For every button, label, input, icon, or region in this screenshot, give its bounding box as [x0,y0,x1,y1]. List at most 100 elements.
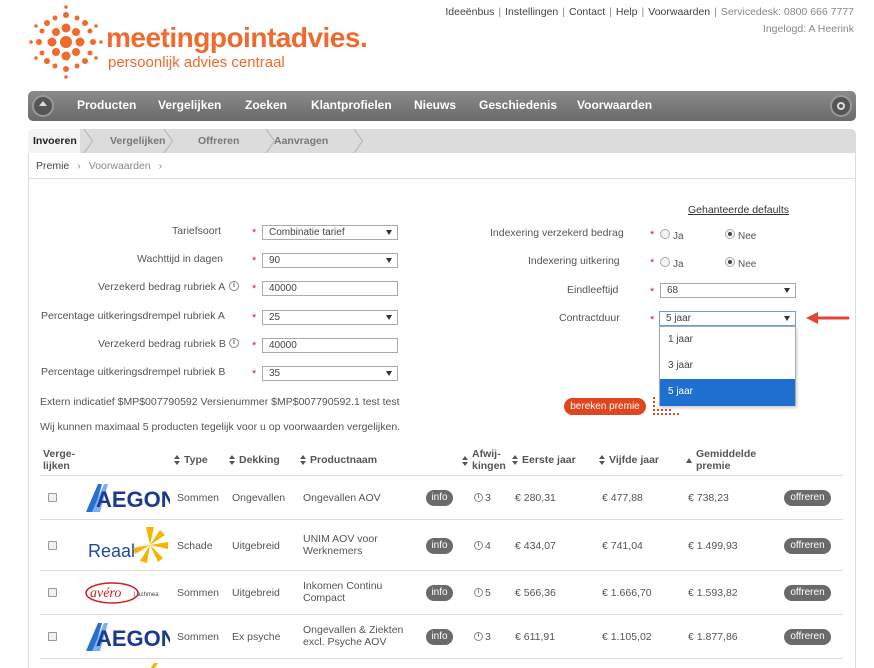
nav-producten[interactable]: Producten [77,98,136,112]
red-arrow-icon [806,312,850,324]
col-productnaam[interactable]: Productnaam [300,454,377,466]
row-gemiddelde: € 1.499,93 [688,540,738,552]
option-1-jaar[interactable]: 1 jaar [660,327,795,353]
step-aanvragen[interactable]: Aanvragen [274,129,328,153]
eindleeftijd-value: 68 [667,285,679,296]
breadcrumb-voorwaarden[interactable]: Voorwaarden [89,160,151,172]
row-productnaam-line1: UNIM AOV voor [303,533,378,545]
offreren-button[interactable]: offreren [784,538,831,554]
loading-spinner-icon [653,397,679,415]
tariefsoort-select[interactable]: Combinatie tarief [262,225,398,240]
row-dekking: Uitgebreid [232,540,280,552]
home-icon[interactable] [32,95,54,117]
aegon-logo: AEGON [86,484,170,512]
col-dekking[interactable]: Dekking [229,454,280,466]
required-marker: * [252,340,257,352]
contractduur-select[interactable]: 5 jaar [659,311,796,326]
col-gemiddelde-line2: premie [696,460,731,472]
col-vergelijken: Verge-lijken [43,448,75,472]
col-gemiddelde-premie[interactable]: Gemiddelde premie [686,448,756,472]
compare-checkbox[interactable] [48,588,57,597]
nav-voorwaarden[interactable]: Voorwaarden [577,98,652,112]
verzekerd-a-input[interactable]: 40000 [262,281,398,296]
toplink-voorwaarden[interactable]: Voorwaarden [648,6,710,18]
indexering-uitkering-nee-radio[interactable] [725,257,735,267]
row-afwijkingen: 3 [485,492,491,504]
contractduur-value: 5 jaar [666,313,692,324]
info-icon[interactable]: i [474,541,483,550]
radio-label-ja: Ja [673,231,684,242]
verzekerd-b-input[interactable]: 40000 [262,338,398,353]
row-afwijkingen: 5 [485,587,491,599]
toplink-contact[interactable]: Contact [569,6,605,18]
chevron-down-icon [386,258,392,263]
info-icon[interactable]: i [474,632,483,641]
sort-asc-icon [686,458,692,463]
row-productnaam-line1: Inkomen Continu [303,580,383,592]
info-button[interactable]: info [426,538,453,554]
col-type-label: Type [184,454,208,466]
col-type[interactable]: Type [174,454,208,466]
compare-checkbox[interactable] [48,493,57,502]
row-productnaam-line1: Ongevallen AOV [303,492,381,504]
nav-vergelijken[interactable]: Vergelijken [158,98,221,112]
table-row [40,658,843,668]
drempel-b-select[interactable]: 35 [262,366,398,381]
info-icon[interactable]: i [474,588,483,597]
col-eerste-jaar[interactable]: Eerste jaar [512,454,576,466]
row-eerste-jaar: € 611,91 [515,631,556,643]
chevron-down-icon [386,371,392,376]
info-icon[interactable]: i [229,338,239,348]
row-productnaam: Ongevallen & Ziekten excl. Psyche AOV [303,624,403,648]
gehanteerde-defaults-link[interactable]: Gehanteerde defaults [688,204,789,216]
nav-nieuws[interactable]: Nieuws [414,98,456,112]
col-afwijkingen[interactable]: Afwij-kingen [462,448,506,472]
nav-zoeken[interactable]: Zoeken [245,98,287,112]
brand-logo[interactable]: meetingpointadvies. persoonlijk advies c… [28,4,378,80]
row-gemiddelde: € 738,23 [688,492,729,504]
drempel-a-select[interactable]: 25 [262,310,398,325]
indexering-bedrag-nee-radio[interactable] [725,229,735,239]
required-marker: * [252,312,257,324]
max-products-text: Wij kunnen maximaal 5 producten tegelijk… [40,421,401,433]
label-verzekerd-b: Verzekerd bedrag rubriek B [98,338,226,350]
wachttijd-select[interactable]: 90 [262,253,398,268]
toplink-instellingen[interactable]: Instellingen [505,6,558,18]
aegon-logo: AEGON [86,623,170,651]
bereken-premie-button[interactable]: bereken premie [564,398,646,415]
option-3-jaar[interactable]: 3 jaar [660,353,795,379]
toplink-ideeenbus[interactable]: Ideeënbus [445,6,494,18]
info-icon[interactable]: i [474,493,483,502]
drempel-a-value: 25 [269,312,281,323]
offreren-button[interactable]: offreren [784,629,831,645]
row-productnaam: Ongevallen AOV [303,492,381,504]
compare-checkbox[interactable] [48,632,57,641]
toplink-help[interactable]: Help [616,6,638,18]
chevron-down-icon [386,315,392,320]
required-marker: * [252,283,257,295]
eindleeftijd-select[interactable]: 68 [660,283,796,298]
col-eerste-jaar-label: Eerste jaar [522,454,576,466]
table-row: AEGON Sommen Ongevallen Ongevallen AOV i… [40,475,843,519]
offreren-button[interactable]: offreren [784,490,831,506]
nav-klantprofielen[interactable]: Klantprofielen [311,98,392,112]
info-icon[interactable]: i [229,281,239,291]
indexering-bedrag-ja-radio[interactable] [660,229,670,239]
col-vijfde-jaar[interactable]: Vijfde jaar [599,454,659,466]
settings-gear-icon[interactable] [830,95,852,117]
info-button[interactable]: info [426,629,453,645]
indexering-uitkering-ja-radio[interactable] [660,257,670,267]
compare-checkbox[interactable] [48,541,57,550]
col-dekking-label: Dekking [239,454,280,466]
info-button[interactable]: info [426,585,453,601]
label-drempel-a: Percentage uitkeringsdrempel rubriek A [41,310,225,322]
breadcrumb-premie[interactable]: Premie [36,160,69,172]
info-button[interactable]: info [426,490,453,506]
nav-geschiedenis[interactable]: Geschiedenis [479,98,557,112]
step-offreren[interactable]: Offreren [198,129,239,153]
sort-icon [462,456,468,466]
label-wachttijd: Wachttijd in dagen [137,253,223,265]
offreren-button[interactable]: offreren [784,585,831,601]
col-afwijkingen-line1: Afwij- [472,448,501,460]
step-invoeren[interactable]: Invoeren [28,129,80,153]
